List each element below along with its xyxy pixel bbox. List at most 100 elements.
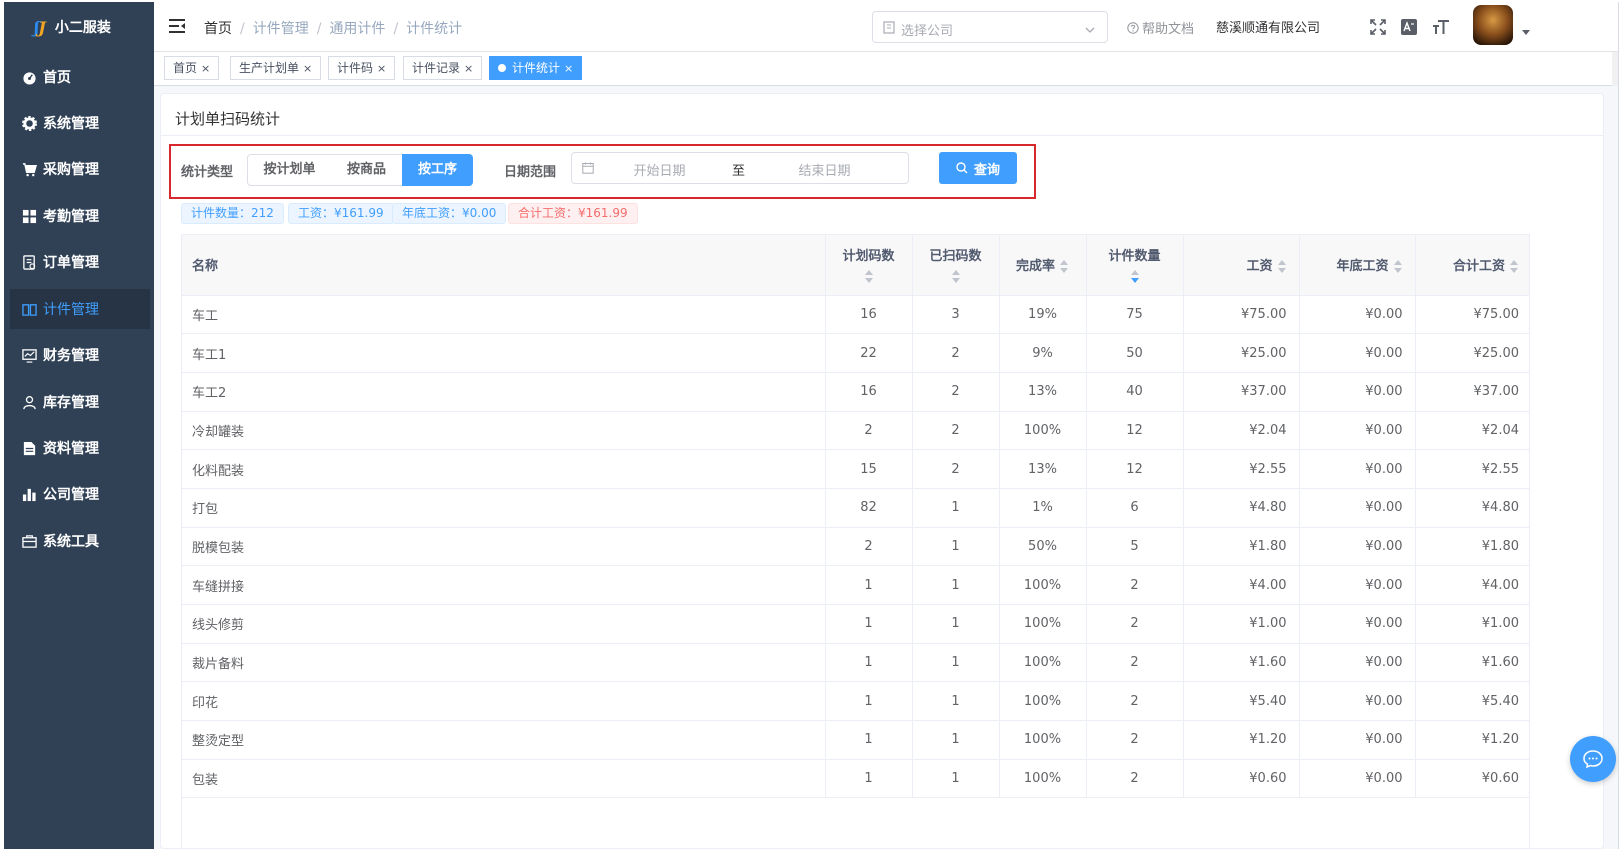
sidebar-item-inventory[interactable]: 库存管理 [4, 382, 154, 422]
stat-type-by-process[interactable]: 按工序 [402, 154, 473, 186]
breadcrumb: 首页 / 计件管理 / 通用计件 / 计件统计 [204, 21, 463, 37]
table-row[interactable]: 冷却罐装 2 2 100% 12 ¥2.04 ¥0.00 ¥2.04 [182, 411, 1529, 451]
table-row[interactable]: 包装 1 1 100% 2 ¥0.60 ¥0.00 ¥0.60 [182, 759, 1529, 799]
badge-total-wage: 合计工资：¥161.99 [508, 203, 638, 224]
badge-year-end-wage: 年底工资：¥0.00 [392, 203, 507, 224]
translate-icon[interactable] [1399, 17, 1419, 37]
fullscreen-icon[interactable] [1368, 17, 1388, 37]
cell-total-wage: ¥0.60 [1415, 759, 1529, 799]
table-row[interactable]: 打包 82 1 1% 6 ¥4.80 ¥0.00 ¥4.80 [182, 488, 1529, 528]
close-icon[interactable]: × [377, 62, 386, 75]
sort-icon[interactable] [1059, 259, 1069, 274]
cell-year-end-wage: ¥0.00 [1299, 333, 1416, 373]
table-row[interactable]: 整烫定型 1 1 100% 2 ¥1.20 ¥0.00 ¥1.20 [182, 720, 1529, 760]
hamburger-icon[interactable] [168, 18, 186, 34]
sidebar-item-company[interactable]: 公司管理 [4, 474, 154, 514]
sidebar-item-tools[interactable]: 系统工具 [4, 521, 154, 561]
sort-icon[interactable] [864, 270, 874, 284]
sidebar-item-orders[interactable]: 订单管理 [4, 242, 154, 282]
caret-down-icon[interactable] [1522, 24, 1530, 39]
help-docs-link[interactable]: 帮助文档 [1127, 18, 1194, 37]
cell-completion: 19% [999, 295, 1087, 335]
close-icon[interactable]: × [564, 62, 573, 75]
sidebar-item-data[interactable]: 资料管理 [4, 428, 154, 468]
table-row[interactable]: 车工 16 3 19% 75 ¥75.00 ¥0.00 ¥75.00 [182, 295, 1529, 335]
company-select[interactable]: 选择公司 [872, 11, 1108, 43]
table-row[interactable]: 裁片备料 1 1 100% 2 ¥1.60 ¥0.00 ¥1.60 [182, 643, 1529, 683]
sidebar-item-label: 系统工具 [43, 534, 99, 550]
cell-piece-count: 2 [1086, 720, 1184, 760]
avatar[interactable] [1473, 5, 1513, 45]
col-header-wage[interactable]: 工资 [1183, 235, 1300, 296]
cell-year-end-wage: ¥0.00 [1299, 604, 1416, 644]
sort-icon[interactable] [1277, 259, 1287, 274]
stat-type-by-product[interactable]: 按商品 [331, 154, 403, 186]
col-header-year-end-wage[interactable]: 年底工资 [1299, 235, 1416, 296]
sidebar-item-system[interactable]: 系统管理 [4, 103, 154, 143]
breadcrumb-item[interactable]: 首页 [204, 21, 232, 37]
grid-icon [20, 207, 38, 225]
date-range-label: 日期范围 [504, 165, 557, 180]
col-header-completion[interactable]: 完成率 [999, 235, 1087, 296]
cell-total-wage: ¥4.80 [1415, 488, 1529, 528]
cell-wage: ¥1.00 [1183, 604, 1300, 644]
sidebar-item-finance[interactable]: 财务管理 [4, 335, 154, 375]
tag-piece-record[interactable]: 计件记录 × [403, 56, 483, 80]
col-header-piece-count[interactable]: 计件数量 [1086, 235, 1184, 296]
start-date-input[interactable]: 开始日期 [612, 160, 707, 179]
sidebar-item-purchase[interactable]: 采购管理 [4, 149, 154, 189]
sidebar-item-home[interactable]: 首页 [4, 57, 154, 97]
filter-bar: 统计类型 按计划单 按商品 按工序 日期范围 开始日期 至 结束日期 查询 [169, 144, 1036, 199]
cell-year-end-wage: ¥0.00 [1299, 527, 1416, 567]
sort-icon[interactable] [1509, 259, 1519, 274]
logo-icon: ʃJ [34, 17, 46, 37]
main-content: 计划单扫码统计 统计类型 按计划单 按商品 按工序 日期范围 开始日期 至 结束… [154, 86, 1618, 849]
cell-total-wage: ¥2.04 [1415, 411, 1529, 451]
col-header-total-wage[interactable]: 合计工资 [1415, 235, 1529, 296]
query-button[interactable]: 查询 [939, 152, 1017, 184]
table-row[interactable]: 脱模包装 2 1 50% 5 ¥1.80 ¥0.00 ¥1.80 [182, 527, 1529, 567]
table-row[interactable]: 车工2 16 2 13% 40 ¥37.00 ¥0.00 ¥37.00 [182, 372, 1529, 412]
cell-name: 打包 [182, 488, 826, 528]
table-row[interactable]: 车缝拼接 1 1 100% 2 ¥4.00 ¥0.00 ¥4.00 [182, 565, 1529, 605]
cell-name: 车工2 [182, 372, 826, 412]
sort-icon[interactable] [951, 270, 961, 284]
cell-plan-codes: 1 [825, 681, 913, 722]
table-row[interactable]: 印花 1 1 100% 2 ¥5.40 ¥0.00 ¥5.40 [182, 681, 1529, 722]
order-icon [20, 253, 38, 271]
sort-icon[interactable] [1393, 259, 1403, 274]
date-range-picker[interactable]: 开始日期 至 结束日期 [571, 152, 909, 184]
cell-name: 印花 [182, 681, 826, 722]
tag-home[interactable]: 首页 × [164, 56, 220, 80]
stats-card: 计划单扫码统计 统计类型 按计划单 按商品 按工序 日期范围 开始日期 至 结束… [160, 93, 1604, 849]
close-icon[interactable]: × [464, 62, 473, 75]
table-row[interactable]: 化料配装 15 2 13% 12 ¥2.55 ¥0.00 ¥2.55 [182, 449, 1529, 489]
cell-year-end-wage: ¥0.00 [1299, 411, 1416, 451]
font-size-icon[interactable] [1431, 17, 1451, 37]
col-header-plan-codes[interactable]: 计划码数 [825, 235, 913, 296]
navbar: 首页 / 计件管理 / 通用计件 / 计件统计 选择公司 帮助文档 慈溪顺通有限公司 [154, 2, 1618, 52]
cell-plan-codes: 1 [825, 759, 913, 799]
tag-production-plan[interactable]: 生产计划单 × [230, 56, 322, 80]
stat-type-by-plan[interactable]: 按计划单 [247, 154, 332, 186]
close-icon[interactable]: × [303, 62, 312, 75]
close-icon[interactable]: × [201, 62, 210, 75]
tag-piece-code[interactable]: 计件码 × [328, 56, 396, 80]
sort-icon[interactable] [1130, 270, 1140, 284]
cell-piece-count: 2 [1086, 604, 1184, 644]
logo[interactable]: ʃJ 小二服装 [4, 2, 154, 52]
sidebar-item-piecework[interactable]: 计件管理 [10, 289, 150, 329]
table-header-row: 名称 计划码数 已扫码数 完成率 计件数量 工资 年底工资 合计工资 [182, 235, 1529, 296]
cell-scanned-codes: 1 [912, 681, 1000, 722]
tag-piece-stats[interactable]: 计件统计 × [489, 56, 583, 80]
table-row[interactable]: 线头修剪 1 1 100% 2 ¥1.00 ¥0.00 ¥1.00 [182, 604, 1529, 644]
chat-button[interactable] [1570, 736, 1616, 782]
sidebar-item-attendance[interactable]: 考勤管理 [4, 196, 154, 236]
cell-wage: ¥2.04 [1183, 411, 1300, 451]
end-date-input[interactable]: 结束日期 [772, 160, 877, 179]
sidebar-item-label: 资料管理 [43, 441, 99, 457]
table-row[interactable]: 车工1 22 2 9% 50 ¥25.00 ¥0.00 ¥25.00 [182, 333, 1529, 373]
col-header-scanned-codes[interactable]: 已扫码数 [912, 235, 1000, 296]
cell-scanned-codes: 2 [912, 411, 1000, 451]
dashboard-icon [20, 68, 38, 86]
